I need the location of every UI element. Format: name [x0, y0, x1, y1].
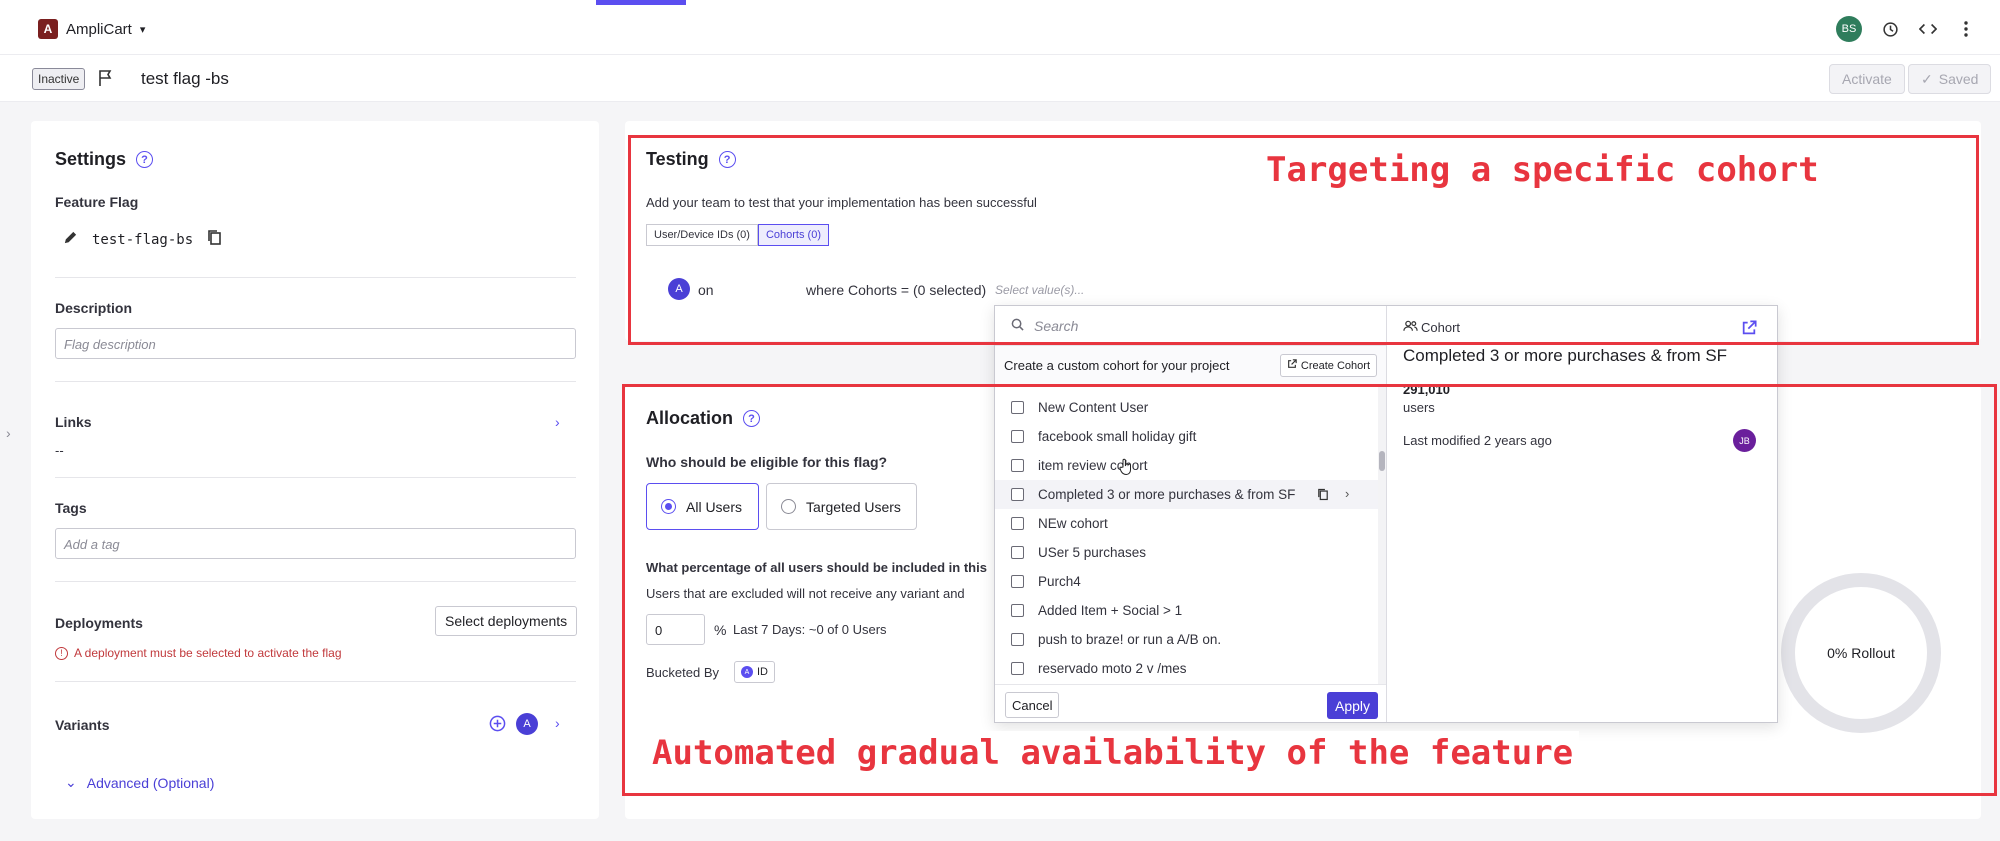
description-label: Description: [55, 300, 133, 316]
chevron-down-icon: ⌄: [65, 774, 77, 790]
flag-key-row: test-flag-bs: [63, 229, 222, 251]
project-switcher[interactable]: A AmpliCart ▾: [38, 19, 145, 39]
divider: [55, 681, 576, 682]
annotation-label-testing: Targeting a specific cohort: [1260, 148, 1825, 192]
tags-label: Tags: [55, 500, 87, 516]
divider: [55, 277, 576, 278]
create-cohort-row: Create a custom cohort for your project …: [995, 346, 1386, 386]
project-logo: A: [38, 19, 58, 39]
feature-flag-label: Feature Flag: [55, 194, 139, 210]
select-deployments-button[interactable]: Select deployments: [435, 606, 578, 636]
top-bar: A AmpliCart ▾ BS: [0, 0, 2000, 55]
links-value: --: [55, 443, 64, 458]
saved-button[interactable]: ✓ Saved: [1908, 64, 1992, 94]
saved-label: Saved: [1938, 71, 1979, 87]
settings-title-text: Settings: [55, 149, 127, 169]
annotation-label-allocation: Automated gradual availability of the fe…: [646, 731, 1580, 775]
check-icon: ✓: [1921, 70, 1933, 87]
create-cohort-button[interactable]: Create Cohort: [1279, 354, 1377, 377]
error-icon: !: [55, 646, 68, 660]
variants-expand-icon[interactable]: ›: [555, 715, 560, 731]
description-input[interactable]: Flag description: [55, 328, 576, 359]
activate-label: Activate: [1842, 71, 1892, 87]
project-name: AmpliCart: [66, 20, 132, 38]
links-label: Links: [55, 414, 92, 430]
help-icon[interactable]: ?: [136, 151, 154, 168]
variants-label: Variants: [55, 717, 110, 733]
flag-title: test flag -bs: [141, 69, 229, 88]
create-cohort-label: Create Cohort: [1300, 359, 1370, 372]
divider: [55, 581, 576, 582]
tags-input[interactable]: Add a tag: [55, 528, 576, 559]
divider: [55, 381, 576, 382]
pencil-icon[interactable]: [63, 230, 78, 250]
cohort-name: Completed 3 or more purchases & from SF: [1403, 346, 1728, 365]
settings-panel: Settings ? Feature Flag test-flag-bs Des…: [31, 121, 599, 819]
flag-key: test-flag-bs: [92, 232, 194, 248]
deployments-label: Deployments: [55, 615, 143, 631]
deployment-error: ! A deployment must be selected to activ…: [55, 646, 342, 660]
user-avatar[interactable]: BS: [1836, 16, 1862, 42]
active-tab-indicator: [596, 0, 686, 5]
deployment-error-text: A deployment must be selected to activat…: [74, 646, 342, 660]
code-icon[interactable]: [1918, 19, 1938, 39]
status-badge: Inactive: [32, 68, 86, 90]
more-vertical-icon[interactable]: [1956, 19, 1976, 39]
advanced-toggle[interactable]: ⌄ Advanced (Optional): [65, 774, 214, 791]
add-variant-icon[interactable]: [489, 715, 506, 737]
flag-header: Inactive test flag -bs Activate ✓ Saved: [0, 55, 2000, 102]
links-expand-icon[interactable]: ›: [555, 414, 560, 430]
history-icon[interactable]: [1880, 19, 1900, 39]
expand-sidebar-icon[interactable]: ›: [6, 425, 11, 441]
flag-icon: [97, 69, 115, 87]
advanced-label: Advanced (Optional): [86, 774, 215, 791]
activate-button[interactable]: Activate: [1829, 64, 1905, 94]
settings-title: Settings ?: [55, 149, 154, 170]
divider: [55, 477, 576, 478]
chevron-down-icon: ▾: [139, 23, 146, 36]
create-cohort-text: Create a custom cohort for your project: [1004, 358, 1230, 373]
variant-avatar: A: [516, 713, 538, 735]
external-link-icon: [1287, 359, 1297, 372]
copy-icon[interactable]: [207, 229, 222, 251]
